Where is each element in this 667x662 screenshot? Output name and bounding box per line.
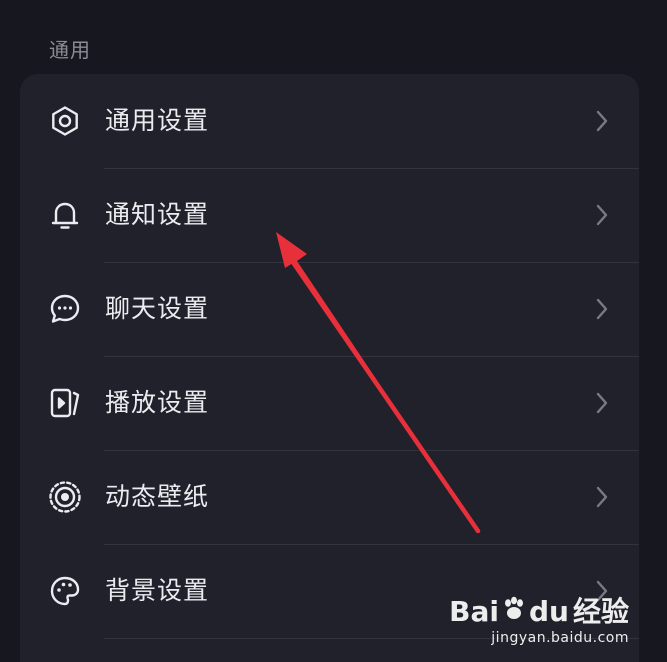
row-dynamic-wallpaper[interactable]: 动态壁纸 [20,450,639,544]
row-label: 聊天设置 [105,294,210,323]
row-playback-settings[interactable]: 播放设置 [20,356,639,450]
row-label: 动态壁纸 [105,482,210,511]
chat-bubble-icon [48,292,82,326]
chevron-right-icon [595,297,609,321]
row-label: 播放设置 [105,388,210,417]
watermark-logo: Bai du 经验 [449,595,629,628]
chevron-right-icon [595,109,609,133]
chevron-right-icon [595,203,609,227]
dynamic-wallpaper-icon [48,480,82,514]
settings-card: 通用设置 通知设置 聊天设置 播放设置 动态壁纸 背景设置 [20,74,639,662]
row-label: 通知设置 [105,200,210,229]
baidu-watermark: Bai du 经验 jingyan.baidu.com [449,595,629,647]
row-general-settings[interactable]: 通用设置 [20,74,639,168]
row-label: 背景设置 [105,576,210,605]
play-device-icon [48,386,82,420]
section-title: 通用 [49,38,91,62]
row-notification-settings[interactable]: 通知设置 [20,168,639,262]
chevron-right-icon [595,485,609,509]
settings-screen: 通用 通用设置 通知设置 聊天设置 播放设置 动态壁纸 背景设置 Bai du … [0,0,667,662]
bell-icon [48,198,82,232]
watermark-url: jingyan.baidu.com [491,630,629,646]
row-label: 通用设置 [105,106,210,135]
paw-icon [501,596,527,628]
chevron-right-icon [595,391,609,415]
row-chat-settings[interactable]: 聊天设置 [20,262,639,356]
palette-icon [48,574,82,608]
gear-icon [48,104,82,138]
